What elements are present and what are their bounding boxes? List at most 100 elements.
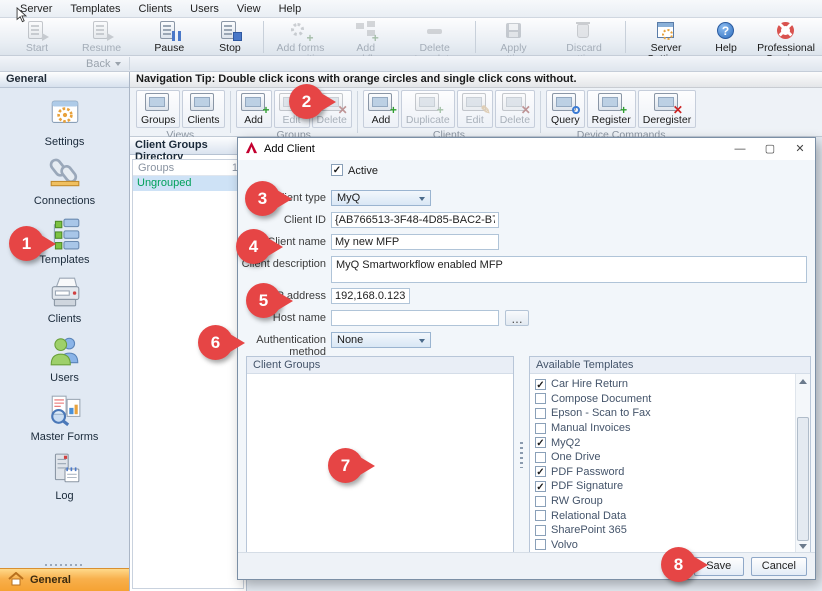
groups-column-header[interactable]: Groups 1 <box>133 160 243 176</box>
template-checkbox[interactable]: ✓ <box>535 437 546 448</box>
template-checkbox[interactable] <box>535 408 546 419</box>
template-row[interactable]: ✓PDF Password <box>530 465 795 480</box>
client-groups-panel: Client Groups <box>246 356 514 554</box>
template-checkbox[interactable] <box>535 510 546 521</box>
client-groups-directory-panel: Client Groups Directory Groups 1 Ungroup… <box>130 137 247 591</box>
scroll-up-icon[interactable] <box>796 374 810 388</box>
maximize-button[interactable]: ▢ <box>755 138 785 160</box>
ribbon-group-clients: + Add + Duplicate ✎ Edit ✕ Delete Client… <box>363 90 535 136</box>
groups-add-button[interactable]: + Add <box>236 90 272 128</box>
template-checkbox[interactable] <box>535 452 546 463</box>
clients-edit-button[interactable]: ✎ Edit <box>457 90 493 128</box>
close-button[interactable]: ✕ <box>785 138 815 160</box>
template-checkbox[interactable]: ✓ <box>535 466 546 477</box>
template-row[interactable]: RW Group <box>530 494 795 509</box>
template-checkbox[interactable] <box>535 539 546 550</box>
sidebar-header: General <box>0 72 129 88</box>
server-start-icon <box>25 21 49 41</box>
device-register-button[interactable]: + Register <box>587 90 636 128</box>
dialog-title-bar[interactable]: Add Client — ▢ ✕ <box>238 138 815 160</box>
template-row[interactable]: ✓PDF Signature <box>530 479 795 494</box>
template-row[interactable]: Compose Document <box>530 392 795 407</box>
help-button[interactable]: Help <box>702 20 750 55</box>
annotation-step-5: 5 <box>246 283 281 318</box>
scrollbar-thumb[interactable] <box>797 417 809 541</box>
sidebar-item-clients[interactable]: Clients <box>10 275 120 325</box>
client-type-value: MyQ <box>337 192 360 204</box>
menu-view[interactable]: View <box>229 2 269 16</box>
available-templates-panel: Available Templates ✓Car Hire Return Com… <box>529 356 811 554</box>
ribbon-separator <box>357 91 358 133</box>
menu-clients[interactable]: Clients <box>131 2 181 16</box>
home-icon <box>8 572 24 589</box>
group-row-ungrouped[interactable]: Ungrouped <box>133 176 243 191</box>
back-button[interactable]: Back <box>78 57 130 70</box>
authentication-method-select[interactable]: None <box>331 332 431 348</box>
template-row[interactable]: Manual Invoices <box>530 421 795 436</box>
device-query-button[interactable]: Query <box>546 90 585 128</box>
panel-splitter-handle[interactable] <box>514 356 529 554</box>
delete-client-icon: ✕ <box>502 93 528 112</box>
host-name-input[interactable] <box>331 310 499 326</box>
template-row[interactable]: ✓MyQ2 <box>530 435 795 450</box>
menu-templates[interactable]: Templates <box>62 2 128 16</box>
menu-users[interactable]: Users <box>182 2 227 16</box>
views-clients-button[interactable]: Clients <box>182 90 224 128</box>
discard-settings-icon <box>572 21 596 41</box>
template-row[interactable]: SharePoint 365 <box>530 523 795 538</box>
minimize-button[interactable]: — <box>725 138 755 160</box>
sidebar: General Settings Connections Templates C… <box>0 72 130 591</box>
sidebar-item-users[interactable]: Users <box>10 334 120 384</box>
template-row[interactable]: ✓Car Hire Return <box>530 377 795 392</box>
client-id-input[interactable] <box>331 212 499 228</box>
sidebar-splitter-handle[interactable] <box>0 562 129 567</box>
template-checkbox[interactable] <box>535 496 546 507</box>
navigation-back-bar: Back <box>0 56 822 72</box>
sidebar-item-settings[interactable]: Settings <box>10 98 120 148</box>
template-checkbox[interactable]: ✓ <box>535 379 546 390</box>
sidebar-item-connections[interactable]: Connections <box>10 157 120 207</box>
sidebar-item-log[interactable]: Log <box>10 452 120 502</box>
clients-delete-button[interactable]: ✕ Delete <box>495 90 535 128</box>
template-checkbox[interactable] <box>535 393 546 404</box>
sidebar-item-master-forms[interactable]: Master Forms <box>10 393 120 443</box>
cancel-button[interactable]: Cancel <box>751 557 807 576</box>
device-deregister-button[interactable]: ✕ Deregister <box>638 90 696 128</box>
annotation-step-7: 7 <box>328 448 363 483</box>
template-row[interactable]: Volvo <box>530 538 795 553</box>
template-row[interactable]: One Drive <box>530 450 795 465</box>
views-groups-button[interactable]: Groups <box>136 90 180 128</box>
query-icon <box>552 93 578 112</box>
mouse-cursor-icon <box>16 7 27 26</box>
ribbon-group-views: Groups Clients Views <box>136 90 225 136</box>
clients-add-button[interactable]: + Add <box>363 90 399 128</box>
host-name-browse-button[interactable]: ... <box>505 310 529 326</box>
scroll-down-icon[interactable] <box>796 539 810 553</box>
log-icon <box>45 452 85 489</box>
professional-services-icon <box>774 21 798 41</box>
template-row[interactable]: Epson - Scan to Fax <box>530 406 795 421</box>
annotation-step-6: 6 <box>198 325 233 360</box>
ip-address-input[interactable] <box>331 288 410 304</box>
main-toolbar: Start server Resume server Pause server … <box>0 18 822 56</box>
template-row[interactable]: Relational Data <box>530 508 795 523</box>
client-type-select[interactable]: MyQ <box>331 190 431 206</box>
client-name-input[interactable] <box>331 234 499 250</box>
server-settings-icon <box>654 21 678 41</box>
templates-scrollbar[interactable] <box>795 374 810 553</box>
dialog-button-bar: Save Cancel <box>238 552 815 579</box>
sidebar-footer-general[interactable]: General <box>0 568 129 591</box>
app-logo-icon <box>245 141 258 157</box>
client-groups-list: Groups 1 Ungrouped <box>132 159 244 589</box>
template-checkbox[interactable] <box>535 423 546 434</box>
server-resume-icon <box>90 21 114 41</box>
menu-help[interactable]: Help <box>271 2 310 16</box>
chevron-down-icon <box>115 62 121 66</box>
active-checkbox[interactable]: ✓ <box>331 164 343 176</box>
menu-bar: Server Templates Clients Users View Help <box>0 0 822 18</box>
users-icon <box>45 334 85 371</box>
template-checkbox[interactable]: ✓ <box>535 481 546 492</box>
clients-duplicate-button[interactable]: + Duplicate <box>401 90 455 128</box>
template-checkbox[interactable] <box>535 525 546 536</box>
client-description-input[interactable]: MyQ Smartworkflow enabled MFP <box>331 256 807 283</box>
